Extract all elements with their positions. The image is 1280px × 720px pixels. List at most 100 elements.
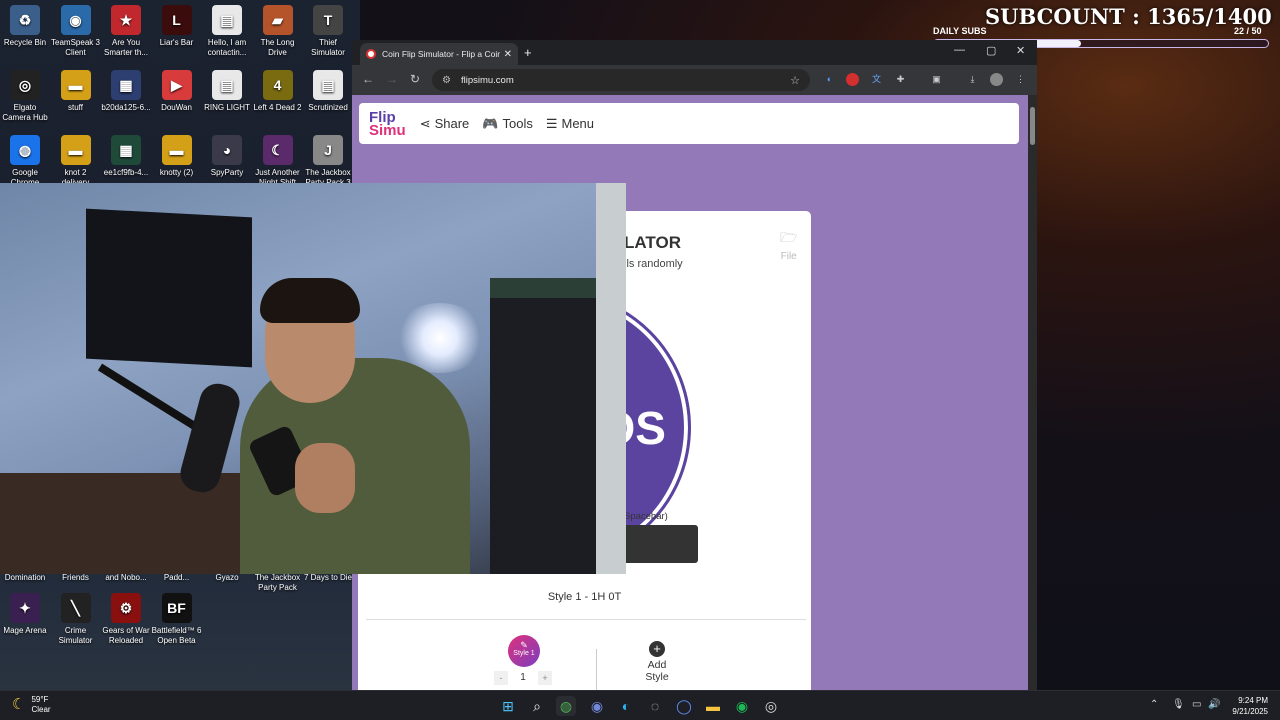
clock-time: 9:24 PM bbox=[1238, 696, 1268, 705]
steam-icon[interactable]: ◌ bbox=[645, 696, 665, 716]
weather-widget[interactable]: ☾ 59°F Clear bbox=[12, 695, 51, 715]
mage-arena-icon: ✦ bbox=[10, 593, 40, 623]
desktop-icon[interactable]: BF Battlefield™ 6 Open Beta bbox=[152, 593, 202, 646]
new-tab-button[interactable]: + bbox=[524, 45, 532, 60]
extension-record-icon[interactable] bbox=[846, 73, 859, 86]
file-button[interactable]: 🗁 File bbox=[780, 227, 797, 262]
page-scrollbar[interactable] bbox=[1028, 95, 1037, 690]
extensions-puzzle-icon[interactable]: ✚ bbox=[894, 73, 907, 86]
increment-button[interactable]: + bbox=[538, 671, 552, 685]
style-1-badge[interactable]: ✎ Style 1 bbox=[508, 635, 540, 667]
extension-audio-icon[interactable]: ◖ bbox=[822, 73, 835, 86]
profile-avatar-icon[interactable] bbox=[990, 73, 1003, 86]
edge-icon[interactable]: ◐ bbox=[616, 696, 636, 716]
desktop-icon[interactable]: ♻ Recycle Bin bbox=[0, 5, 50, 58]
add-style-button[interactable]: + Add Style bbox=[640, 641, 674, 683]
scrollbar-thumb[interactable] bbox=[1030, 107, 1035, 145]
bookmark-star-icon[interactable]: ☆ bbox=[790, 74, 800, 87]
minimize-icon[interactable]: — bbox=[954, 44, 965, 56]
stepper-value[interactable]: 1 bbox=[508, 671, 538, 685]
desktop-icon-label: Friends bbox=[62, 573, 89, 582]
download-icon[interactable]: ⤓ bbox=[966, 73, 979, 86]
desktop-icon-label: Recycle Bin bbox=[3, 38, 47, 47]
close-tab-icon[interactable]: ✕ bbox=[504, 49, 512, 60]
plus-icon: + bbox=[649, 641, 665, 657]
flip-result: Style 1 - 1H 0T bbox=[547, 591, 622, 603]
desktop-icon-label: Hello, I am contactin... bbox=[207, 38, 247, 57]
clock[interactable]: 9:24 PM 9/21/2025 bbox=[1224, 695, 1268, 717]
reload-icon[interactable]: ↻ bbox=[410, 72, 420, 86]
desktop-icon[interactable]: ◕ SpyParty bbox=[202, 135, 252, 188]
desktop-icon-label: DouWan bbox=[161, 103, 192, 112]
obs-icon[interactable]: ◎ bbox=[761, 696, 781, 716]
desktop-icon[interactable]: L Liar's Bar bbox=[152, 5, 202, 58]
browser-menu-icon[interactable]: ⋮ bbox=[1014, 73, 1027, 86]
desktop-icon[interactable]: T Thief Simulator bbox=[303, 5, 353, 58]
menu-button[interactable]: ☰ Menu bbox=[546, 116, 594, 132]
chrome-taskbar-icon[interactable]: ◍ bbox=[556, 696, 576, 716]
gears-icon: ⚙ bbox=[111, 593, 141, 623]
folder-icon: 🗁 bbox=[780, 229, 798, 245]
volume-icon[interactable]: 🔊 bbox=[1208, 699, 1220, 710]
desktop-icon-label: Battlefield™ 6 Open Beta bbox=[151, 626, 202, 645]
desktop-icon[interactable]: ★ Are You Smarter th... bbox=[101, 5, 151, 58]
browser-tab[interactable]: Coin Flip Simulator - Flip a Coin ✕ bbox=[360, 43, 518, 65]
spotify-icon[interactable]: ◉ bbox=[732, 696, 752, 716]
back-icon[interactable]: ← bbox=[362, 72, 374, 86]
desktop-icon[interactable]: ▤ RING LIGHT bbox=[202, 70, 252, 123]
file-explorer-icon[interactable]: ▬ bbox=[703, 696, 723, 716]
acoustic-panel bbox=[86, 208, 252, 368]
desktop-icon[interactable]: 4 Left 4 Dead 2 bbox=[253, 70, 303, 123]
desk bbox=[0, 473, 260, 574]
share-button[interactable]: ⋖ Share bbox=[420, 116, 470, 132]
document-icon: ▤ bbox=[313, 70, 343, 100]
desktop-icon[interactable]: ▦ b20da125-6... bbox=[101, 70, 151, 123]
discord-icon[interactable]: ◉ bbox=[587, 696, 607, 716]
weather-temp: 59°F bbox=[31, 695, 49, 704]
hamburger-icon: ☰ bbox=[545, 115, 558, 131]
desktop-icon[interactable]: ▤ Scrutinized bbox=[303, 70, 353, 123]
close-window-icon[interactable]: ✕ bbox=[1016, 44, 1025, 57]
decrement-button[interactable]: - bbox=[494, 671, 508, 685]
microphone-icon[interactable]: 🎙 bbox=[1172, 699, 1185, 710]
desktop-icon[interactable]: ╲ Crime Simulator bbox=[51, 593, 101, 646]
start-button-icon[interactable]: ⊞ bbox=[498, 696, 518, 716]
desktop-icon[interactable]: ▰ The Long Drive bbox=[253, 5, 303, 58]
desktop-icon[interactable]: ☾Just Another Night Shift bbox=[253, 135, 303, 188]
extension-translate-icon[interactable]: 文 bbox=[870, 73, 883, 86]
network-icon[interactable]: ▭ bbox=[1192, 699, 1201, 710]
desktop-icon[interactable]: ▶ DouWan bbox=[152, 70, 202, 123]
desktop-icon-label: Are You Smarter th... bbox=[103, 38, 148, 57]
gamepad-icon: 🎮 bbox=[482, 115, 499, 131]
site-info-icon[interactable]: ⚙ bbox=[442, 75, 451, 86]
folder-icon: ▬ bbox=[60, 135, 91, 165]
maximize-icon[interactable]: ▢ bbox=[986, 44, 996, 57]
tools-button[interactable]: 🎮 Tools bbox=[482, 116, 533, 132]
desktop-icon[interactable]: ⚙ Gears of War Reloaded bbox=[101, 593, 151, 646]
desktop-icon-label: Liar's Bar bbox=[159, 38, 194, 47]
desktop-icon-label: Left 4 Dead 2 bbox=[253, 103, 302, 112]
desktop-icon[interactable]: ✦ Mage Arena bbox=[0, 593, 50, 646]
flip-button[interactable] bbox=[624, 525, 698, 563]
tab-search-icon[interactable]: ▣ bbox=[930, 73, 943, 86]
desktop-icon[interactable]: ▦ ee1cf9fb-4... bbox=[101, 135, 151, 188]
gyazo-taskbar-icon[interactable]: ◯ bbox=[674, 696, 694, 716]
address-bar[interactable]: ⚙ flipsimu.com ☆ bbox=[432, 69, 810, 91]
folder-icon: ▬ bbox=[161, 135, 192, 165]
desktop-icon[interactable]: ◉ TeamSpeak 3 Client bbox=[51, 5, 101, 58]
folder-icon: ▬ bbox=[60, 70, 91, 100]
desktop-icon[interactable]: ▬ stuff bbox=[51, 70, 101, 123]
desktop-icon[interactable]: ▤ Hello, I am contactin... bbox=[202, 5, 252, 58]
site-logo[interactable]: Flip Simu bbox=[369, 110, 406, 138]
tray-overflow-icon[interactable]: ⌃ bbox=[1150, 699, 1158, 710]
desktop-icon[interactable]: ◍Google Chrome bbox=[0, 135, 50, 188]
desktop-icon[interactable]: ▬knot 2 delivery bbox=[51, 135, 101, 188]
desktop-icon-label: Scrutinized bbox=[308, 103, 348, 112]
search-icon[interactable]: ⌕ bbox=[527, 696, 547, 716]
forward-icon[interactable]: → bbox=[386, 72, 398, 86]
game-icon: ☾ bbox=[262, 135, 293, 165]
desktop-icon[interactable]: JThe Jackbox Party Pack 3 bbox=[303, 135, 353, 188]
desktop-icon[interactable]: ◎ Elgato Camera Hub bbox=[0, 70, 50, 123]
image-icon: ▦ bbox=[111, 135, 141, 165]
desktop-icon[interactable]: ▬ knotty (2) bbox=[152, 135, 202, 188]
